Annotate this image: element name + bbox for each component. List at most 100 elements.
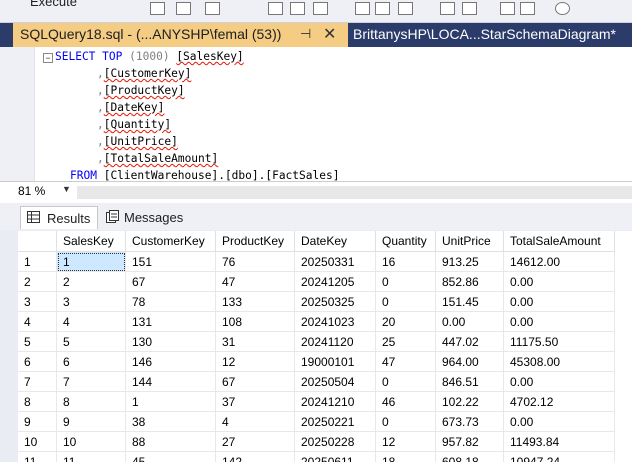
table-cell[interactable]: 19000101 [294, 351, 376, 372]
table-cell[interactable]: 673.73 [435, 411, 504, 432]
table-cell[interactable]: 0.00 [503, 291, 615, 312]
table-cell[interactable]: 0.00 [435, 311, 504, 332]
table-cell[interactable]: 133 [215, 291, 295, 312]
table-cell[interactable]: 852.86 [435, 271, 504, 292]
table-row[interactable]: 8 8 1 37 20241210 46 102.22 4702.12 [18, 391, 615, 412]
toolbar-icon[interactable] [268, 2, 283, 15]
table-cell[interactable]: 151.45 [435, 291, 504, 312]
table-cell[interactable]: 11 [56, 451, 126, 462]
tab-star-schema-diagram[interactable]: BrittanysHP\LOCA...StarSchemaDiagram* [353, 26, 616, 42]
row-number[interactable]: 3 [18, 291, 57, 312]
table-cell[interactable]: 964.00 [435, 351, 504, 372]
table-cell[interactable]: 88 [125, 431, 216, 452]
table-cell[interactable]: 3 [56, 291, 126, 312]
tab-messages[interactable]: Messages [102, 206, 194, 228]
column-header[interactable]: SalesKey [56, 231, 126, 252]
table-row[interactable]: 4 4 131 108 20241023 20 0.00 0.00 [18, 311, 615, 332]
tab-results[interactable]: Results [20, 206, 98, 229]
toolbar-icon[interactable] [313, 2, 328, 15]
table-cell[interactable]: 11493.84 [503, 431, 615, 452]
toolbar-icon[interactable] [290, 2, 305, 15]
table-cell[interactable]: 20250221 [294, 411, 376, 432]
table-cell[interactable]: 78 [125, 291, 216, 312]
table-cell[interactable]: 0 [375, 291, 436, 312]
table-row[interactable]: 6 6 146 12 19000101 47 964.00 45308.00 [18, 351, 615, 372]
toolbar-icon[interactable] [500, 2, 515, 15]
table-cell[interactable]: 957.82 [435, 431, 504, 452]
toolbar-icon[interactable] [355, 2, 370, 15]
table-cell[interactable]: 47 [375, 351, 436, 372]
table-row[interactable]: 10 10 88 27 20250228 12 957.82 11493.84 [18, 431, 615, 452]
table-cell[interactable]: 12 [375, 431, 436, 452]
table-cell[interactable]: 45308.00 [503, 351, 615, 372]
table-cell[interactable]: 8 [56, 391, 126, 412]
table-cell[interactable]: 0 [375, 411, 436, 432]
table-cell[interactable]: 20250504 [294, 371, 376, 392]
horizontal-scrollbar[interactable] [77, 186, 632, 199]
table-cell[interactable]: 20250325 [294, 291, 376, 312]
table-cell[interactable]: 4 [215, 411, 295, 432]
table-cell[interactable]: 4 [56, 311, 126, 332]
row-number[interactable]: 11 [18, 451, 57, 462]
table-cell[interactable]: 31 [215, 331, 295, 352]
table-cell[interactable]: 108 [215, 311, 295, 332]
table-row[interactable]: 2 2 67 47 20241205 0 852.86 0.00 [18, 271, 615, 292]
table-cell[interactable]: 10 [56, 431, 126, 452]
toolbar-icon[interactable] [440, 2, 455, 15]
column-header[interactable]: Quantity [375, 231, 436, 252]
zoom-level[interactable]: 81 % [18, 184, 60, 200]
table-cell[interactable]: 0 [375, 271, 436, 292]
column-header[interactable]: CustomerKey [125, 231, 216, 252]
table-cell[interactable]: 7 [56, 371, 126, 392]
table-cell[interactable]: 20250228 [294, 431, 376, 452]
table-cell[interactable]: 38 [125, 411, 216, 432]
table-cell[interactable]: 11175.50 [503, 331, 615, 352]
table-cell[interactable]: 67 [125, 271, 216, 292]
table-cell[interactable]: 20 [375, 311, 436, 332]
table-cell[interactable]: 131 [125, 311, 216, 332]
row-number[interactable]: 5 [18, 331, 57, 352]
table-cell[interactable]: 913.25 [435, 251, 504, 272]
table-cell[interactable]: 1 [56, 251, 126, 272]
table-cell[interactable]: 151 [125, 251, 216, 272]
table-cell[interactable]: 47 [215, 271, 295, 292]
table-row[interactable]: 11 11 45 142 20250611 18 608.18 10947.24 [18, 451, 615, 462]
row-number[interactable]: 10 [18, 431, 57, 452]
query-editor[interactable]: − SELECT TOP (1000) [SalesKey] ,[Custome… [0, 47, 632, 181]
table-cell[interactable]: 46 [375, 391, 436, 412]
table-cell[interactable]: 10947.24 [503, 451, 615, 462]
table-cell[interactable]: 146 [125, 351, 216, 372]
table-cell[interactable]: 20250331 [294, 251, 376, 272]
table-cell[interactable]: 447.02 [435, 331, 504, 352]
table-cell[interactable]: 5 [56, 331, 126, 352]
toolbar-icon[interactable] [462, 2, 477, 15]
table-cell[interactable]: 12 [215, 351, 295, 372]
column-header[interactable]: ProductKey [215, 231, 295, 252]
toolbar-icon[interactable] [176, 2, 191, 15]
table-cell[interactable]: 6 [56, 351, 126, 372]
toolbar-icon[interactable] [520, 2, 535, 15]
toolbar-icon[interactable] [398, 2, 413, 15]
table-cell[interactable]: 142 [215, 451, 295, 462]
table-cell[interactable]: 27 [215, 431, 295, 452]
table-cell[interactable]: 67 [215, 371, 295, 392]
table-cell[interactable]: 144 [125, 371, 216, 392]
table-cell[interactable]: 9 [56, 411, 126, 432]
execute-button[interactable]: Execute [30, 0, 77, 9]
table-cell[interactable]: 102.22 [435, 391, 504, 412]
table-cell[interactable]: 0.00 [503, 271, 615, 292]
table-cell[interactable]: 14612.00 [503, 251, 615, 272]
row-number[interactable]: 1 [18, 251, 57, 272]
table-row[interactable]: 7 7 144 67 20250504 0 846.51 0.00 [18, 371, 615, 392]
table-cell[interactable]: 16 [375, 251, 436, 272]
table-cell[interactable]: 18 [375, 451, 436, 462]
table-row[interactable]: 5 5 130 31 20241120 25 447.02 11175.50 [18, 331, 615, 352]
row-number[interactable]: 7 [18, 371, 57, 392]
collapse-icon[interactable]: − [43, 53, 53, 63]
table-cell[interactable]: 20241120 [294, 331, 376, 352]
table-cell[interactable]: 20241205 [294, 271, 376, 292]
results-grid[interactable]: SalesKey CustomerKey ProductKey DateKey … [18, 231, 632, 462]
table-cell[interactable]: 0.00 [503, 411, 615, 432]
close-icon[interactable]: ✕ [323, 24, 336, 44]
toolbar-icon[interactable] [375, 2, 390, 15]
